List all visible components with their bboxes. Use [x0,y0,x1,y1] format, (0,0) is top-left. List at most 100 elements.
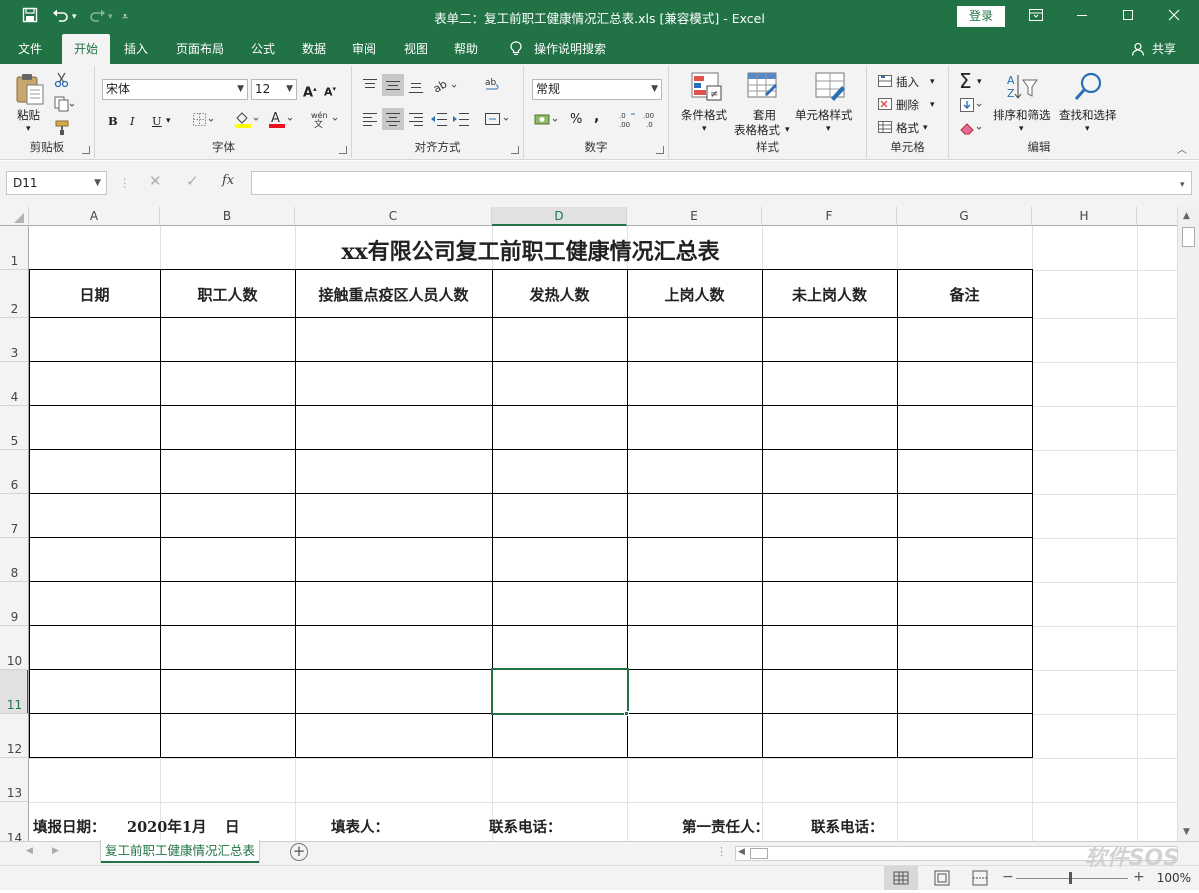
login-button[interactable]: 登录 [957,6,1005,27]
next-sheet-icon[interactable]: ▶ [52,846,59,856]
decrease-decimal-icon[interactable]: .00.0 [642,110,662,133]
collapse-ribbon-icon[interactable]: ︿ [1177,144,1187,158]
zoom-out-icon[interactable]: − [1002,870,1014,884]
fill-handle[interactable] [624,711,629,716]
align-center-icon[interactable] [382,108,404,130]
format-as-table-label1[interactable]: 套用 [753,108,776,122]
add-sheet-icon[interactable]: + [290,843,308,861]
conditional-format-icon[interactable]: ≠ [691,72,723,105]
row-header[interactable]: 13 [0,758,28,802]
zoom-in-icon[interactable]: + [1133,870,1145,884]
zoom-slider-thumb[interactable] [1069,872,1072,884]
column-header[interactable]: B [160,207,295,226]
paste-button[interactable]: 粘贴 [17,108,40,122]
decrease-indent-icon[interactable] [430,112,448,129]
scroll-down-icon[interactable]: ▼ [1183,827,1190,837]
formula-input[interactable] [251,171,1192,195]
number-launcher-icon[interactable] [656,146,664,154]
row-header[interactable]: 14 [0,802,28,841]
row-header[interactable]: 3 [0,318,28,362]
align-top-icon[interactable] [362,78,378,95]
autosum-dropdown-icon[interactable]: ▾ [977,75,982,89]
normal-view-icon[interactable] [884,866,918,890]
increase-decimal-icon[interactable]: .0.00 [618,110,638,133]
row-header[interactable]: 1 [0,226,28,270]
insert-dropdown-icon[interactable]: ▾ [930,75,935,89]
select-all-corner[interactable] [0,207,29,226]
sort-filter-icon[interactable]: AZ [1005,72,1039,105]
insert-function-icon[interactable]: fx [222,174,234,188]
font-launcher-icon[interactable] [339,146,347,154]
clipboard-launcher-icon[interactable] [82,146,90,154]
font-name-select[interactable]: 宋体 ▼ [102,79,248,100]
zoom-level[interactable]: 100% [1157,871,1191,885]
row-header[interactable]: 6 [0,450,28,494]
insert-cells-button[interactable]: 插入 [896,75,919,89]
row-header[interactable]: 4 [0,362,28,406]
zoom-slider[interactable] [1016,878,1128,879]
row-header-selected[interactable]: 11 [0,670,28,714]
vertical-scrollbar[interactable]: ▲ ▼ [1177,207,1199,841]
tab-data[interactable]: 数据 [292,34,336,64]
column-header[interactable]: G [897,207,1032,226]
comma-style-button[interactable]: , [594,110,599,124]
italic-button[interactable]: I [130,114,135,128]
share-person-icon[interactable] [1130,34,1146,64]
format-as-table-button[interactable]: 表格格式 [734,123,780,137]
format-cells-button[interactable]: 格式 [896,121,919,135]
row-header[interactable]: 5 [0,406,28,450]
increase-indent-icon[interactable] [452,112,470,129]
prev-sheet-icon[interactable]: ◀ [26,846,33,856]
minimize-icon[interactable] [1067,6,1097,28]
tell-me-search[interactable]: 操作说明搜索 [530,34,610,64]
worksheet-grid[interactable]: xx有限公司复工前职工健康情况汇总表 日期 职工人数 接触重点疫区人员人数 发热… [29,226,1177,841]
row-header[interactable]: 10 [0,626,28,670]
cell-styles-button[interactable]: 单元格样式 [795,108,853,122]
tab-insert[interactable]: 插入 [114,34,158,64]
phonetic-icon[interactable]: wén 文 [310,110,340,131]
page-break-view-icon[interactable] [968,866,992,893]
scroll-up-icon[interactable]: ▲ [1183,211,1190,221]
tab-home[interactable]: 开始 [62,34,110,64]
vertical-scroll-thumb[interactable] [1182,227,1195,247]
bold-button[interactable]: B [108,114,118,128]
align-bottom-icon[interactable] [408,78,424,97]
row-header[interactable]: 2 [0,270,28,318]
fill-color-icon[interactable] [234,110,260,131]
copy-icon[interactable] [54,96,75,115]
conditional-format-button[interactable]: 条件格式 [681,108,727,122]
wrap-text-icon[interactable]: ab [484,76,504,97]
expand-formula-icon[interactable]: ▾ [1180,178,1185,192]
lightbulb-icon[interactable] [506,34,526,64]
tab-view[interactable]: 视图 [394,34,438,64]
column-header[interactable]: H [1032,207,1137,226]
cell-styles-icon[interactable] [815,72,847,105]
clear-eraser-icon[interactable] [959,120,985,139]
sheet-tab-active[interactable]: 复工前职工健康情况汇总表 [101,840,259,863]
delete-cells-icon[interactable] [877,97,893,114]
borders-icon[interactable] [192,112,216,131]
cell-selection[interactable] [491,668,629,715]
undo-dropdown-icon[interactable]: ▾ [72,7,77,27]
percent-button[interactable]: % [570,113,582,127]
sort-filter-button[interactable]: 排序和筛选 [993,108,1051,122]
row-header[interactable]: 8 [0,538,28,582]
insert-cells-icon[interactable] [877,74,893,91]
tab-formulas[interactable]: 公式 [241,34,285,64]
tab-review[interactable]: 审阅 [342,34,386,64]
delete-dropdown-icon[interactable]: ▾ [930,98,935,112]
alignment-launcher-icon[interactable] [511,146,519,154]
row-header[interactable]: 12 [0,714,28,758]
horizontal-scroll-thumb[interactable] [750,848,768,859]
close-icon[interactable] [1159,6,1189,28]
name-box[interactable]: D11 ▼ [6,171,107,195]
format-as-table-icon[interactable] [747,72,779,105]
customize-qat-icon[interactable]: ⩡ [122,7,128,27]
split-handle-icon[interactable]: ⋮ [716,845,727,858]
column-header[interactable]: F [762,207,897,226]
column-header[interactable]: E [627,207,762,226]
find-dropdown-icon[interactable]: ▾ [1085,122,1090,136]
column-header[interactable]: C [295,207,492,226]
align-right-icon[interactable] [408,112,424,129]
underline-dropdown-icon[interactable]: ▾ [166,114,171,128]
